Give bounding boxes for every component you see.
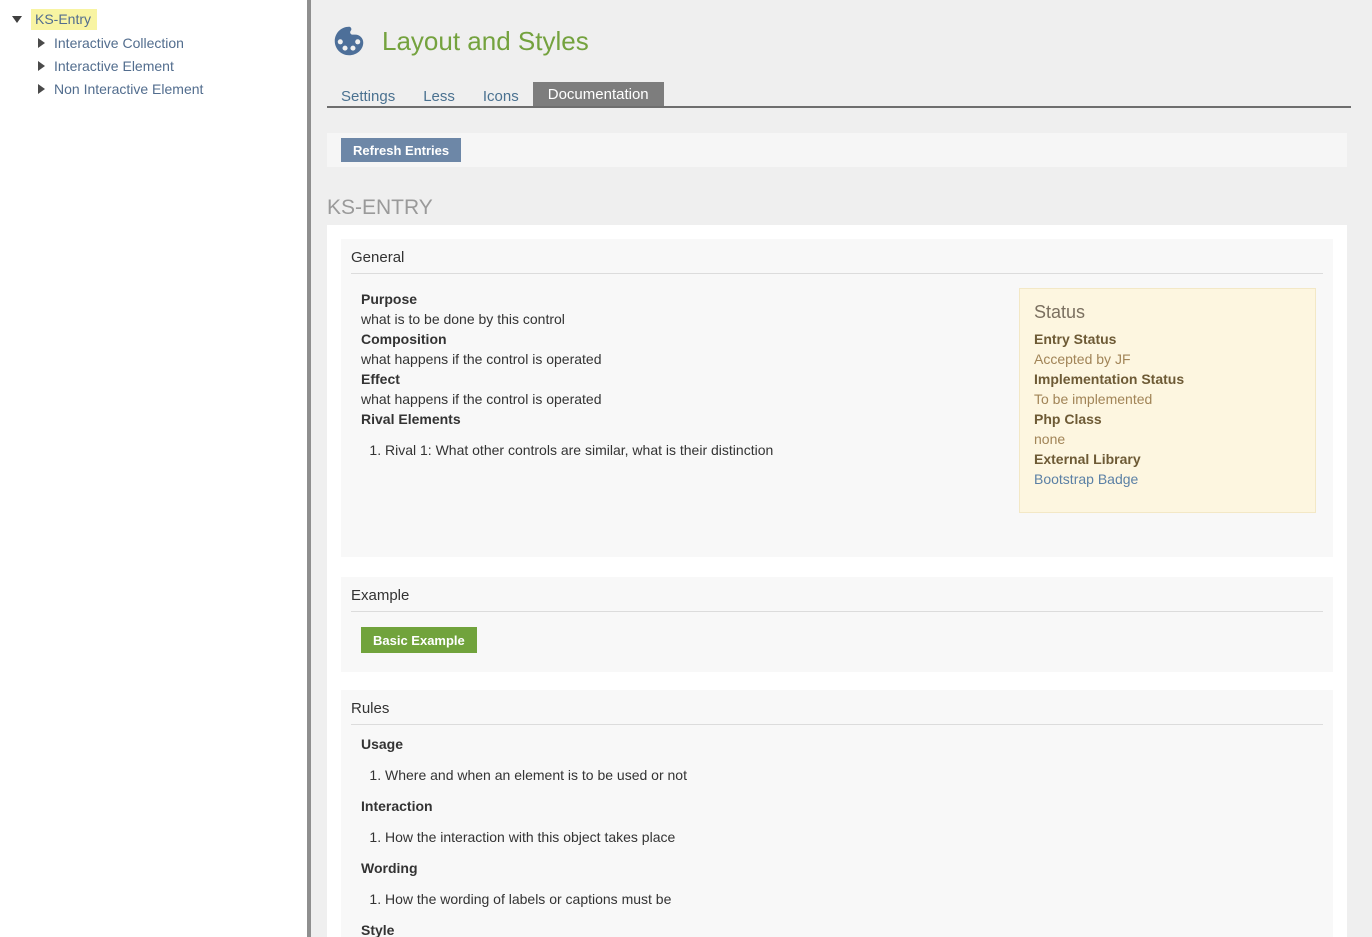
entry-tree: KS-Entry Interactive Collection Interact…: [0, 0, 307, 100]
status-field-label: Php Class: [1034, 409, 1301, 429]
tree-node-ks-entry[interactable]: KS-Entry: [0, 8, 307, 31]
status-field-label: Entry Status: [1034, 329, 1301, 349]
section-heading: Example: [351, 577, 1323, 612]
status-box: Status Entry Status Accepted by JF Imple…: [1019, 288, 1316, 513]
section-general: General Purpose what is to be done by th…: [341, 239, 1333, 557]
list-item: How the wording of labels or captions mu…: [385, 889, 1323, 909]
rule-group-label: Wording: [361, 858, 1323, 878]
status-field-label: Implementation Status: [1034, 369, 1301, 389]
tree-node-interactive-element[interactable]: Interactive Element: [0, 54, 307, 77]
rule-list: How the interaction with this object tak…: [361, 827, 1323, 847]
list-item: Where and when an element is to be used …: [385, 765, 1323, 785]
section-rules: Rules Usage Where and when an element is…: [341, 690, 1333, 937]
section-heading: General: [351, 239, 1323, 274]
entry-title: KS-ENTRY: [327, 196, 433, 220]
rules-body: Usage Where and when an element is to be…: [341, 725, 1333, 937]
expand-arrow-icon[interactable]: [38, 38, 45, 48]
status-field-value: none: [1034, 429, 1301, 449]
list-item: How the interaction with this object tak…: [385, 827, 1323, 847]
status-heading: Status: [1034, 301, 1301, 323]
tab-documentation[interactable]: Documentation: [533, 82, 664, 106]
example-body: Basic Example: [341, 612, 1333, 653]
tab-less[interactable]: Less: [409, 82, 469, 106]
tree-node-label[interactable]: Interactive Element: [54, 58, 174, 74]
section-example: Example Basic Example: [341, 577, 1333, 672]
expand-arrow-icon[interactable]: [38, 61, 45, 71]
toolbar: Refresh Entries: [327, 133, 1347, 167]
rule-group-label: Interaction: [361, 796, 1323, 816]
tree-node-label-selected[interactable]: KS-Entry: [31, 9, 97, 30]
palette-icon: [330, 22, 368, 60]
rule-group-label: Usage: [361, 734, 1323, 754]
tree-node-interactive-collection[interactable]: Interactive Collection: [0, 31, 307, 54]
tab-settings[interactable]: Settings: [327, 82, 409, 106]
refresh-entries-button[interactable]: Refresh Entries: [341, 138, 461, 162]
tree-node-label[interactable]: Interactive Collection: [54, 35, 184, 51]
rule-list: Where and when an element is to be used …: [361, 765, 1323, 785]
tree-node-non-interactive-element[interactable]: Non Interactive Element: [0, 77, 307, 100]
basic-example-button[interactable]: Basic Example: [361, 627, 477, 653]
section-heading: Rules: [351, 690, 1323, 725]
tree-node-label[interactable]: Non Interactive Element: [54, 81, 203, 97]
main-content: Layout and Styles Settings Less Icons Do…: [311, 0, 1372, 937]
expand-arrow-icon[interactable]: [38, 84, 45, 94]
page-title: Layout and Styles: [382, 26, 589, 57]
tab-icons[interactable]: Icons: [469, 82, 533, 106]
sidebar: KS-Entry Interactive Collection Interact…: [0, 0, 307, 937]
tab-bar: Settings Less Icons Documentation: [327, 82, 1351, 108]
status-field-label: External Library: [1034, 449, 1301, 469]
page-header: Layout and Styles: [330, 22, 589, 60]
collapse-arrow-icon[interactable]: [12, 16, 22, 23]
rule-list: How the wording of labels or captions mu…: [361, 889, 1323, 909]
rule-group-label: Style: [361, 920, 1323, 937]
external-library-link[interactable]: Bootstrap Badge: [1034, 469, 1301, 489]
documentation-panel: General Purpose what is to be done by th…: [327, 225, 1347, 937]
status-field-value: Accepted by JF: [1034, 349, 1301, 369]
status-field-value: To be implemented: [1034, 389, 1301, 409]
